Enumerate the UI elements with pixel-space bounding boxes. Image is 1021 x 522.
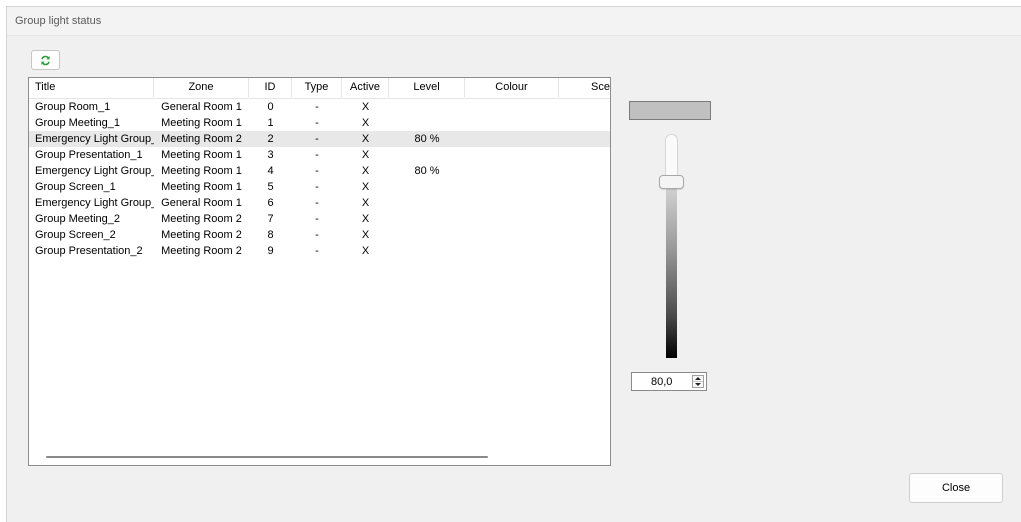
cell-zone: Meeting Room 2 [161, 213, 242, 225]
table-row[interactable]: Group Screen_2 Meeting Room 2 8 - X [29, 227, 610, 243]
cell-zone: Meeting Room 1 [161, 165, 242, 177]
spin-down-button[interactable] [693, 382, 703, 387]
cell-active: X [361, 101, 370, 113]
group-light-status-window: Group light status Title Zone ID Type Ac… [6, 6, 1021, 522]
cell-level [389, 99, 465, 115]
cell-id: 2 [267, 133, 274, 145]
cell-zone: Meeting Room 2 [161, 133, 242, 145]
title-bar: Group light status [7, 7, 1021, 36]
cell-type: - [315, 229, 319, 241]
cell-active: X [361, 133, 370, 145]
cell-title: Emergency Light Group_2 [35, 165, 154, 177]
slider-track[interactable] [665, 134, 678, 177]
cell-type: - [315, 133, 319, 145]
table-row[interactable]: Emergency Light Group_2 Meeting Room 1 4… [29, 163, 610, 179]
cell-id: 3 [267, 149, 274, 161]
color-swatch[interactable] [629, 101, 711, 120]
list-rows: Group Room_1 General Room 1 0 - X Group … [29, 99, 610, 259]
cell-level [389, 227, 465, 243]
horizontal-scrollbar[interactable] [46, 456, 488, 458]
column-header-scene[interactable]: Scer [559, 78, 610, 97]
cell-zone: General Room 1 [161, 197, 242, 209]
cell-zone: Meeting Room 2 [161, 229, 242, 241]
cell-active: X [361, 181, 370, 193]
cell-title: Group Meeting_2 [35, 213, 120, 225]
refresh-button[interactable] [31, 50, 60, 70]
cell-title: Emergency Light Group_3 [35, 133, 154, 145]
cell-id: 0 [267, 101, 274, 113]
cell-level [389, 243, 465, 259]
cell-level [389, 179, 465, 195]
cell-type: - [315, 197, 319, 209]
cell-title: Group Room_1 [35, 101, 111, 113]
table-row[interactable]: Group Meeting_1 Meeting Room 1 1 - X [29, 115, 610, 131]
list-header: Title Zone ID Type Active Level Colour S… [29, 78, 610, 99]
level-slider-gradient[interactable] [666, 189, 677, 358]
cell-active: X [361, 165, 370, 177]
close-button[interactable]: Close [909, 473, 1003, 503]
level-spinner[interactable]: 80,0 [631, 372, 707, 391]
cell-zone: Meeting Room 2 [161, 245, 242, 257]
cell-type: - [315, 245, 319, 257]
cell-id: 8 [267, 229, 274, 241]
refresh-icon [41, 55, 50, 65]
column-header-title[interactable]: Title [29, 78, 154, 97]
cell-active: X [361, 149, 370, 161]
cell-zone: General Room 1 [161, 101, 242, 113]
cell-level: 80 % [414, 133, 440, 145]
cell-type: - [315, 165, 319, 177]
cell-level: 80 % [414, 165, 440, 177]
cell-level [389, 147, 465, 163]
cell-id: 5 [267, 181, 274, 193]
cell-type: - [315, 101, 319, 113]
cell-active: X [361, 117, 370, 129]
cell-active: X [361, 229, 370, 241]
cell-level [389, 211, 465, 227]
cell-id: 6 [267, 197, 274, 209]
cell-active: X [361, 197, 370, 209]
cell-id: 4 [267, 165, 274, 177]
table-row[interactable]: Group Presentation_2 Meeting Room 2 9 - … [29, 243, 610, 259]
chevron-down-icon [695, 383, 701, 386]
cell-id: 7 [267, 213, 274, 225]
level-slider-thumb[interactable] [659, 175, 684, 189]
cell-title: Group Presentation_2 [35, 245, 143, 257]
cell-type: - [315, 117, 319, 129]
cell-zone: Meeting Room 1 [161, 149, 242, 161]
cell-id: 9 [267, 245, 274, 257]
cell-id: 1 [267, 117, 274, 129]
table-row[interactable]: Emergency Light Group_1 General Room 1 6… [29, 195, 610, 211]
level-spinner-value[interactable]: 80,0 [651, 376, 672, 388]
group-list[interactable]: Title Zone ID Type Active Level Colour S… [28, 77, 611, 466]
cell-title: Group Screen_1 [35, 181, 116, 193]
cell-active: X [361, 213, 370, 225]
spinner-buttons [692, 375, 704, 388]
column-header-zone[interactable]: Zone [154, 78, 249, 97]
cell-zone: Meeting Room 1 [161, 181, 242, 193]
cell-level [389, 115, 465, 131]
cell-type: - [315, 149, 319, 161]
window-title: Group light status [15, 15, 102, 27]
column-header-colour[interactable]: Colour [465, 78, 559, 97]
table-row[interactable]: Group Room_1 General Room 1 0 - X [29, 99, 610, 115]
cell-title: Group Presentation_1 [35, 149, 143, 161]
table-row[interactable]: Group Meeting_2 Meeting Room 2 7 - X [29, 211, 610, 227]
column-header-type[interactable]: Type [292, 78, 342, 97]
cell-level [389, 195, 465, 211]
column-header-level[interactable]: Level [389, 78, 465, 97]
column-header-active[interactable]: Active [342, 78, 389, 97]
cell-type: - [315, 213, 319, 225]
cell-zone: Meeting Room 1 [161, 117, 242, 129]
table-row-selected[interactable]: Emergency Light Group_3 Meeting Room 2 2… [29, 131, 610, 147]
table-row[interactable]: Group Screen_1 Meeting Room 1 5 - X [29, 179, 610, 195]
cell-title: Group Meeting_1 [35, 117, 120, 129]
cell-active: X [361, 245, 370, 257]
cell-type: - [315, 181, 319, 193]
column-header-id[interactable]: ID [249, 78, 292, 97]
chevron-up-icon [695, 377, 701, 380]
cell-title: Group Screen_2 [35, 229, 116, 241]
table-row[interactable]: Group Presentation_1 Meeting Room 1 3 - … [29, 147, 610, 163]
cell-title: Emergency Light Group_1 [35, 197, 154, 209]
